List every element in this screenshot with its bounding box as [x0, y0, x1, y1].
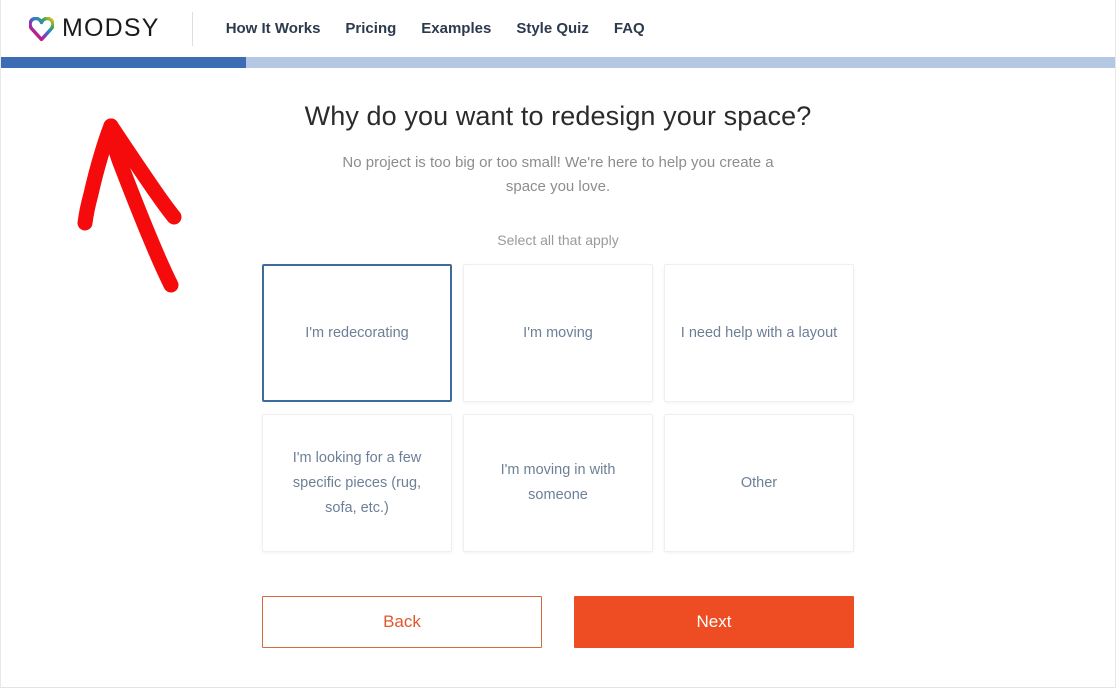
logo[interactable]: MODSY: [29, 14, 160, 43]
heart-icon: [29, 16, 54, 41]
option-label: Other: [740, 474, 778, 491]
option-grid: I'm redecorating I'm moving I need help …: [262, 264, 854, 552]
main-content: Why do you want to redesign your space? …: [1, 68, 1115, 648]
progress-bar: [1, 57, 1115, 68]
nav-item-how-it-works[interactable]: How It Works: [226, 20, 321, 37]
nav-item-faq[interactable]: FAQ: [614, 20, 645, 37]
next-button[interactable]: Next: [574, 596, 854, 648]
option-label: I'm redecorating: [305, 324, 409, 341]
onboarding-page: MODSY How It Works Pricing Examples Styl…: [0, 0, 1116, 688]
option-card-layout-help[interactable]: I need help with a layout: [664, 264, 854, 402]
option-label: I'm looking for a few specific pieces (r…: [292, 449, 422, 516]
option-label: I'm moving in with someone: [500, 462, 616, 503]
option-label: I need help with a layout: [680, 324, 838, 341]
logo-text: MODSY: [62, 14, 160, 42]
form-actions: Back Next: [262, 596, 854, 648]
nav-item-style-quiz[interactable]: Style Quiz: [516, 20, 589, 37]
nav-item-pricing[interactable]: Pricing: [345, 20, 396, 37]
page-subtitle: No project is too big or too small! We'r…: [342, 154, 774, 195]
page-title: Why do you want to redesign your space?: [304, 101, 812, 131]
progress-bar-fill: [1, 57, 247, 68]
nav-item-examples[interactable]: Examples: [421, 20, 491, 37]
option-card-redecorating[interactable]: I'm redecorating: [262, 264, 452, 402]
option-card-other[interactable]: Other: [664, 414, 854, 552]
back-button[interactable]: Back: [262, 596, 542, 648]
option-card-moving[interactable]: I'm moving: [463, 264, 653, 402]
option-label: I'm moving: [523, 324, 593, 341]
site-header: MODSY How It Works Pricing Examples Styl…: [1, 0, 1115, 57]
option-card-specific-pieces[interactable]: I'm looking for a few specific pieces (r…: [262, 414, 452, 552]
select-hint: Select all that apply: [497, 232, 619, 248]
header-divider: [191, 11, 193, 46]
option-card-moving-in-with-someone[interactable]: I'm moving in with someone: [463, 414, 653, 552]
main-nav: How It Works Pricing Examples Style Quiz…: [226, 20, 645, 37]
